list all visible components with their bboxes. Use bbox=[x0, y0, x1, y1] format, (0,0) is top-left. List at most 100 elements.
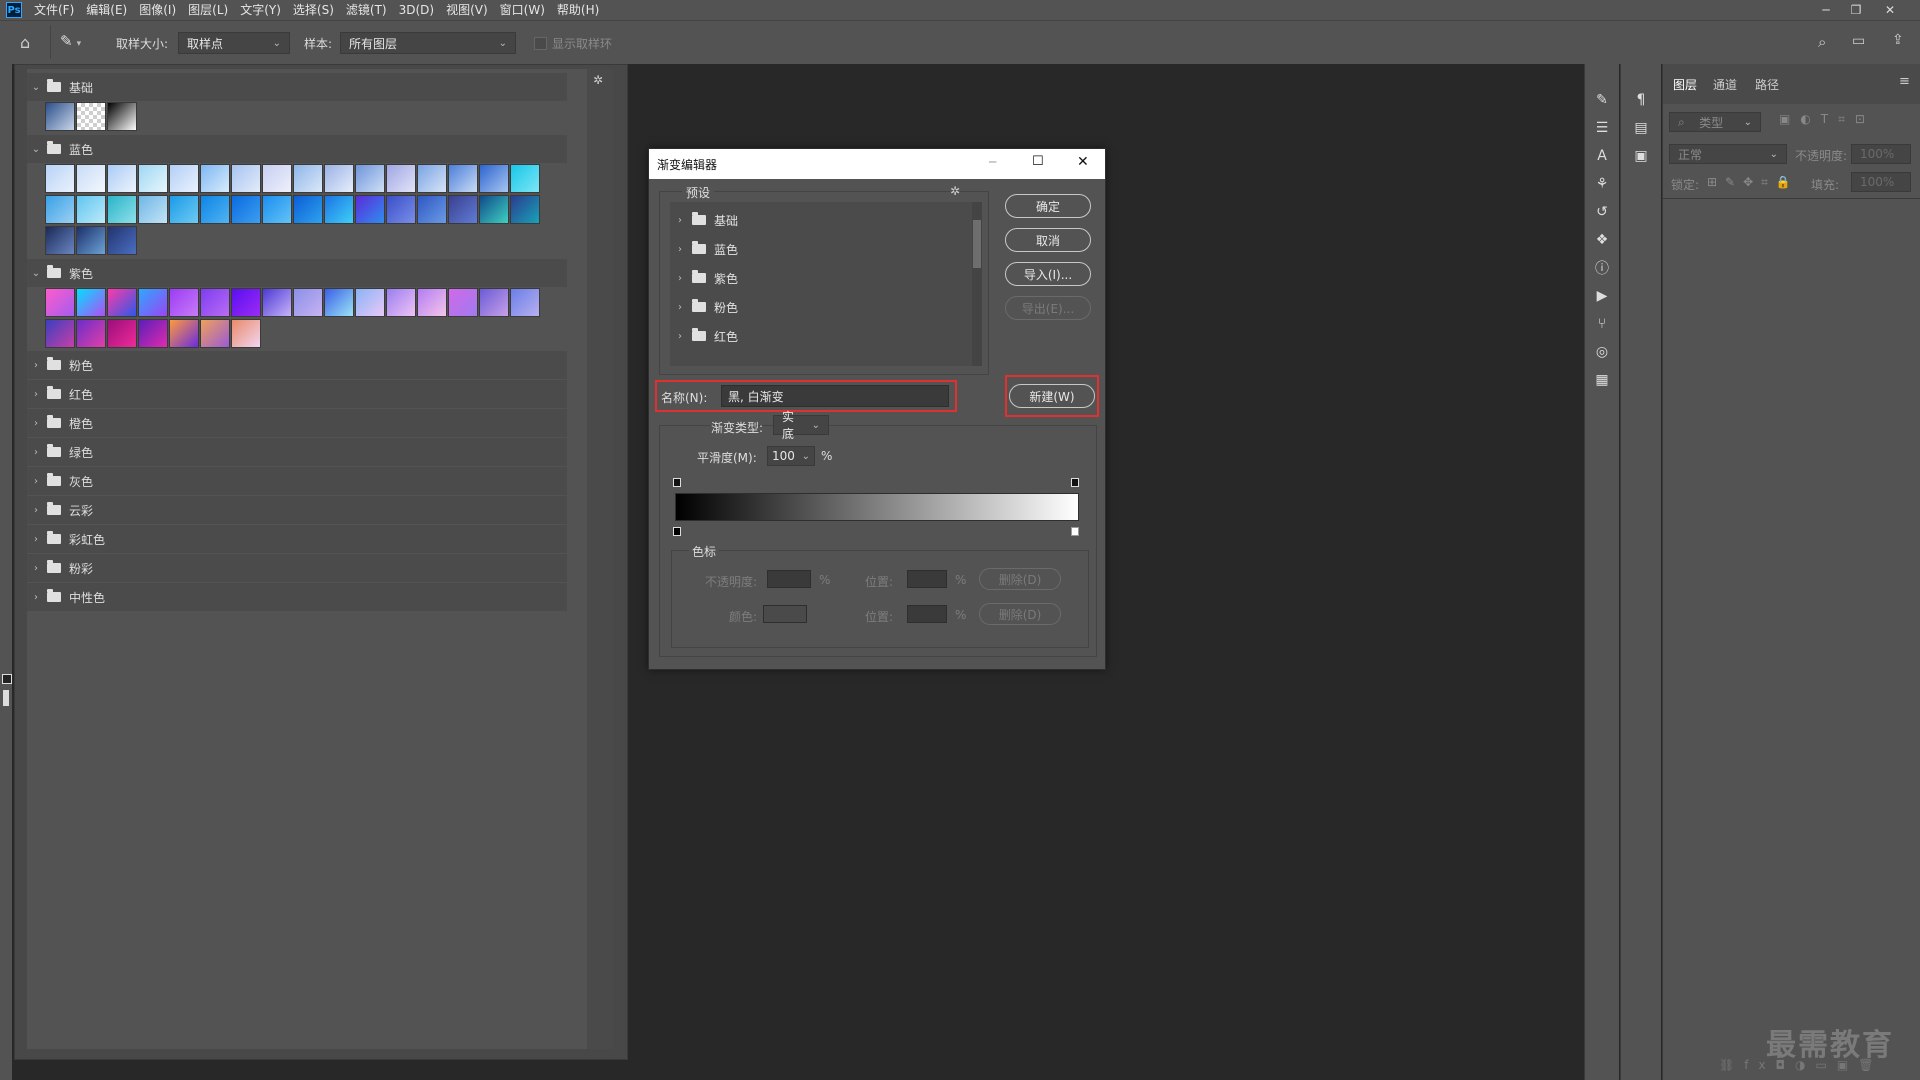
gradient-swatch[interactable] bbox=[107, 102, 137, 131]
gradient-swatch[interactable] bbox=[138, 319, 168, 348]
import-button[interactable]: 导入(I)... bbox=[1005, 262, 1091, 286]
gradient-swatch[interactable] bbox=[200, 195, 230, 224]
gradient-swatch[interactable] bbox=[448, 164, 478, 193]
paragraph-icon[interactable]: ¶ bbox=[1624, 88, 1658, 112]
gradient-swatch[interactable] bbox=[448, 195, 478, 224]
libraries-icon[interactable]: ▤ bbox=[1624, 116, 1658, 140]
show-ring-checkbox[interactable] bbox=[534, 37, 547, 50]
gradient-swatch[interactable] bbox=[386, 288, 416, 317]
gradient-swatch[interactable] bbox=[262, 288, 292, 317]
gradient-swatch[interactable] bbox=[138, 164, 168, 193]
maximize-icon[interactable]: ☐ bbox=[1032, 154, 1044, 169]
gradient-preview-bar[interactable] bbox=[675, 493, 1079, 521]
gradient-swatch[interactable] bbox=[200, 319, 230, 348]
stop-color-swatch[interactable] bbox=[763, 605, 807, 623]
export-button[interactable]: 导出(E)... bbox=[1005, 296, 1091, 320]
preset-purple[interactable]: › 紫色 bbox=[670, 264, 972, 292]
group-orange[interactable]: › 橙色 bbox=[27, 409, 567, 437]
preset-pink[interactable]: › 粉色 bbox=[670, 293, 972, 321]
paths-icon[interactable]: ⑂ bbox=[1585, 312, 1619, 336]
menu-filter[interactable]: 滤镜(T) bbox=[340, 0, 393, 20]
gear-icon[interactable]: ✲ bbox=[950, 184, 961, 198]
gradient-swatch[interactable] bbox=[262, 164, 292, 193]
close-icon[interactable]: ✕ bbox=[1077, 154, 1089, 170]
sample-select[interactable]: 所有图层 ⌄ bbox=[340, 32, 516, 54]
stop-opacity-field[interactable] bbox=[767, 570, 811, 588]
filter-type-select[interactable]: ⌕ 类型 ⌄ bbox=[1669, 112, 1761, 132]
group-rainbow[interactable]: › 彩虹色 bbox=[27, 525, 567, 553]
gradient-swatch[interactable] bbox=[293, 195, 323, 224]
gradient-swatch[interactable] bbox=[355, 164, 385, 193]
gradient-type-select[interactable]: 实底 ⌄ bbox=[773, 410, 829, 441]
gradient-swatch[interactable] bbox=[324, 288, 354, 317]
gradient-swatch[interactable] bbox=[76, 319, 106, 348]
history-icon[interactable]: ↺ bbox=[1585, 200, 1619, 224]
presets-scrollbar[interactable] bbox=[972, 202, 982, 366]
menu-window[interactable]: 窗口(W) bbox=[494, 0, 551, 20]
delete-color-stop-button[interactable]: 删除(D) bbox=[979, 603, 1061, 625]
foreground-color-swatch[interactable] bbox=[2, 674, 12, 684]
group-red[interactable]: › 红色 bbox=[27, 380, 567, 408]
scroll-thumb[interactable] bbox=[973, 220, 981, 268]
character-icon[interactable]: A bbox=[1585, 144, 1619, 168]
menu-select[interactable]: 选择(S) bbox=[287, 0, 340, 20]
quick-mask-icon[interactable] bbox=[3, 690, 9, 706]
gradient-swatch[interactable] bbox=[417, 195, 447, 224]
color-location-field[interactable] bbox=[907, 605, 947, 623]
gradient-swatch[interactable] bbox=[510, 288, 540, 317]
menu-edit[interactable]: 编辑(E) bbox=[80, 0, 133, 20]
gradient-swatch[interactable] bbox=[386, 164, 416, 193]
group-clouds[interactable]: › 云彩 bbox=[27, 496, 567, 524]
gradient-swatch[interactable] bbox=[45, 102, 75, 131]
group-gray[interactable]: › 灰色 bbox=[27, 467, 567, 495]
menu-help[interactable]: 帮助(H) bbox=[551, 0, 605, 20]
gradient-swatch[interactable] bbox=[262, 195, 292, 224]
name-input[interactable]: 黑, 白渐变 bbox=[721, 385, 949, 407]
menu-view[interactable]: 视图(V) bbox=[440, 0, 494, 20]
clone-source-icon[interactable]: ⚘ bbox=[1585, 172, 1619, 196]
actions-play-icon[interactable]: ▶ bbox=[1585, 284, 1619, 308]
preset-basics[interactable]: › 基础 bbox=[670, 206, 972, 234]
gradient-swatch[interactable] bbox=[479, 195, 509, 224]
eyedropper-tool-icon[interactable]: ✎ ▾ bbox=[60, 32, 81, 50]
gradient-swatch[interactable] bbox=[107, 319, 137, 348]
gradient-swatch[interactable] bbox=[107, 164, 137, 193]
panel-menu-icon[interactable]: ≡ bbox=[1899, 74, 1910, 89]
gradient-swatch[interactable] bbox=[45, 288, 75, 317]
color-stop-left[interactable] bbox=[673, 527, 681, 536]
gradient-swatch[interactable] bbox=[45, 164, 75, 193]
gradient-swatch[interactable] bbox=[293, 164, 323, 193]
gradient-swatch[interactable] bbox=[76, 164, 106, 193]
tab-channels[interactable]: 通道 bbox=[1713, 76, 1737, 93]
gradient-swatch[interactable] bbox=[76, 288, 106, 317]
group-pastel[interactable]: › 粉彩 bbox=[27, 554, 567, 582]
gradient-swatch[interactable] bbox=[107, 288, 137, 317]
gradient-swatch[interactable] bbox=[231, 319, 261, 348]
gradient-swatch[interactable] bbox=[76, 102, 106, 131]
opacity-field[interactable]: 100% bbox=[1851, 144, 1911, 164]
gradient-swatch[interactable] bbox=[45, 226, 75, 255]
cancel-button[interactable]: 取消 bbox=[1005, 228, 1091, 252]
new-button[interactable]: 新建(W) bbox=[1009, 384, 1095, 408]
restore-icon[interactable]: ❐ bbox=[1842, 0, 1870, 20]
close-icon[interactable]: ✕ bbox=[1876, 0, 1904, 20]
tab-layers[interactable]: 图层 bbox=[1673, 76, 1697, 93]
panel-scrollbar[interactable]: ✲ bbox=[587, 69, 613, 1049]
preset-blue[interactable]: › 蓝色 bbox=[670, 235, 972, 263]
gradient-swatch[interactable] bbox=[231, 164, 261, 193]
gradient-swatch[interactable] bbox=[169, 288, 199, 317]
lock-icons[interactable]: ⊞✎✥⌗🔒 bbox=[1707, 175, 1799, 190]
gradient-swatch[interactable] bbox=[355, 288, 385, 317]
gradient-swatch[interactable] bbox=[417, 288, 447, 317]
gradient-swatch[interactable] bbox=[138, 195, 168, 224]
group-green[interactable]: › 绿色 bbox=[27, 438, 567, 466]
ok-button[interactable]: 确定 bbox=[1005, 194, 1091, 218]
gradient-swatch[interactable] bbox=[107, 195, 137, 224]
gradient-swatch[interactable] bbox=[200, 288, 230, 317]
brush-icon[interactable]: ✎ bbox=[1585, 88, 1619, 112]
blend-mode-select[interactable]: 正常 ⌄ bbox=[1669, 144, 1787, 164]
menu-type[interactable]: 文字(Y) bbox=[234, 0, 287, 20]
menu-3d[interactable]: 3D(D) bbox=[393, 0, 440, 20]
gradient-swatch[interactable] bbox=[355, 195, 385, 224]
group-blue[interactable]: ⌄ 蓝色 bbox=[27, 135, 567, 163]
